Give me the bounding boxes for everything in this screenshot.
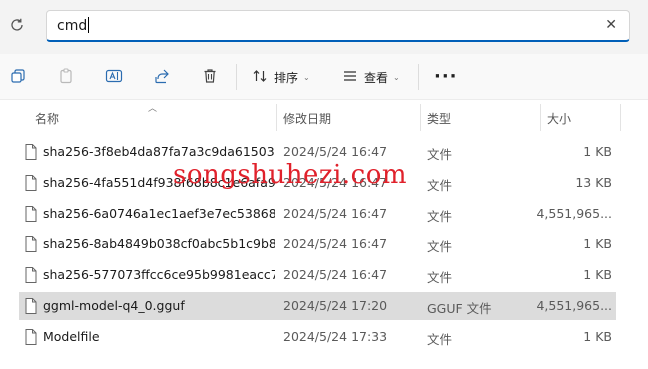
file-date: 2024/5/24 16:47 [283,206,388,221]
file-icon [25,298,37,314]
column-divider[interactable] [540,104,541,131]
file-date: 2024/5/24 16:47 [283,175,388,190]
file-name: sha256-8ab4849b038cf0abc5b1c9b8... [43,236,275,251]
file-size: 4,551,965... [536,206,612,221]
sort-icon [252,68,268,87]
file-type: 文件 [427,178,453,193]
list-item[interactable]: sha256-577073ffcc6ce95b9981eacc7... 2024… [19,261,616,289]
column-header-date[interactable]: 修改日期 [283,110,331,127]
file-date: 2024/5/24 17:33 [283,329,388,344]
file-type: 文件 [427,147,453,162]
sort-label: 排序 [274,70,299,85]
file-size: 4,551,965... [536,298,612,313]
delete-icon[interactable] [200,66,220,86]
file-date: 2024/5/24 16:47 [283,267,388,282]
clear-icon[interactable]: ✕ [605,17,617,33]
list-item-selected[interactable]: ggml-model-q4_0.gguf 2024/5/24 17:20 GGU… [19,292,616,320]
list-item[interactable]: sha256-6a0746a1ec1aef3e7ec53868f... 2024… [19,200,616,228]
copy-icon[interactable] [8,66,28,86]
file-size: 13 KB [575,175,612,190]
file-icon [25,267,37,283]
column-divider[interactable] [420,104,421,131]
file-size: 1 KB [583,329,612,344]
file-date: 2024/5/24 16:47 [283,144,388,159]
view-icon [342,68,358,87]
sort-button[interactable]: 排序 ⌄ [252,66,310,88]
address-input[interactable]: cmd ✕ [46,10,630,42]
file-icon [25,236,37,252]
view-button[interactable]: 查看 ⌄ [342,66,400,88]
paste-icon[interactable] [56,66,76,86]
column-divider[interactable] [620,104,621,131]
command-bar: 排序 ⌄ 查看 ⌄ [0,54,648,100]
list-item[interactable]: Modelfile 2024/5/24 17:33 文件 1 KB [19,323,616,351]
file-type: 文件 [427,270,453,285]
column-header-type[interactable]: 类型 [427,110,451,127]
list-item[interactable]: sha256-4fa551d4f938f68b8c1e6afa9... 2024… [19,169,616,197]
share-icon[interactable] [152,66,172,86]
file-name: ggml-model-q4_0.gguf [43,298,185,313]
file-icon [25,144,37,160]
file-type: 文件 [427,239,453,254]
file-size: 1 KB [583,267,612,282]
file-icon [25,175,37,191]
file-name: sha256-577073ffcc6ce95b9981eacc7... [43,267,275,282]
file-type: 文件 [427,332,453,347]
address-bar-row: cmd ✕ [0,0,648,54]
rename-icon[interactable] [104,66,124,86]
more-options-button[interactable]: ··· [434,66,458,87]
chevron-down-icon: ⌄ [303,72,310,82]
file-name: sha256-4fa551d4f938f68b8c1e6afa9... [43,175,275,190]
toolbar-divider [236,64,237,90]
file-type: GGUF 文件 [427,301,492,316]
column-header-name[interactable]: 名称 [35,110,59,127]
file-size: 1 KB [583,236,612,251]
file-type: 文件 [427,209,453,224]
file-date: 2024/5/24 17:20 [283,298,388,313]
column-header-size[interactable]: 大小 [547,110,571,127]
file-icon [25,329,37,345]
file-icon [25,206,37,222]
file-name: Modelfile [43,329,100,344]
chevron-down-icon: ⌄ [393,72,400,82]
file-date: 2024/5/24 16:47 [283,236,388,251]
view-label: 查看 [364,70,389,85]
refresh-icon[interactable] [8,17,26,35]
list-item[interactable]: sha256-8ab4849b038cf0abc5b1c9b8... 2024/… [19,230,616,258]
address-input-text[interactable]: cmd [57,17,90,34]
toolbar-divider [418,64,419,90]
column-divider[interactable] [276,104,277,131]
file-name: sha256-6a0746a1ec1aef3e7ec53868f... [43,206,275,221]
list-item[interactable]: sha256-3f8eb4da87fa7a3c9da615036... 2024… [19,138,616,166]
column-header-row: 名称 修改日期 类型 大小 [0,100,648,135]
file-size: 1 KB [583,144,612,159]
file-name: sha256-3f8eb4da87fa7a3c9da615036... [43,144,275,159]
